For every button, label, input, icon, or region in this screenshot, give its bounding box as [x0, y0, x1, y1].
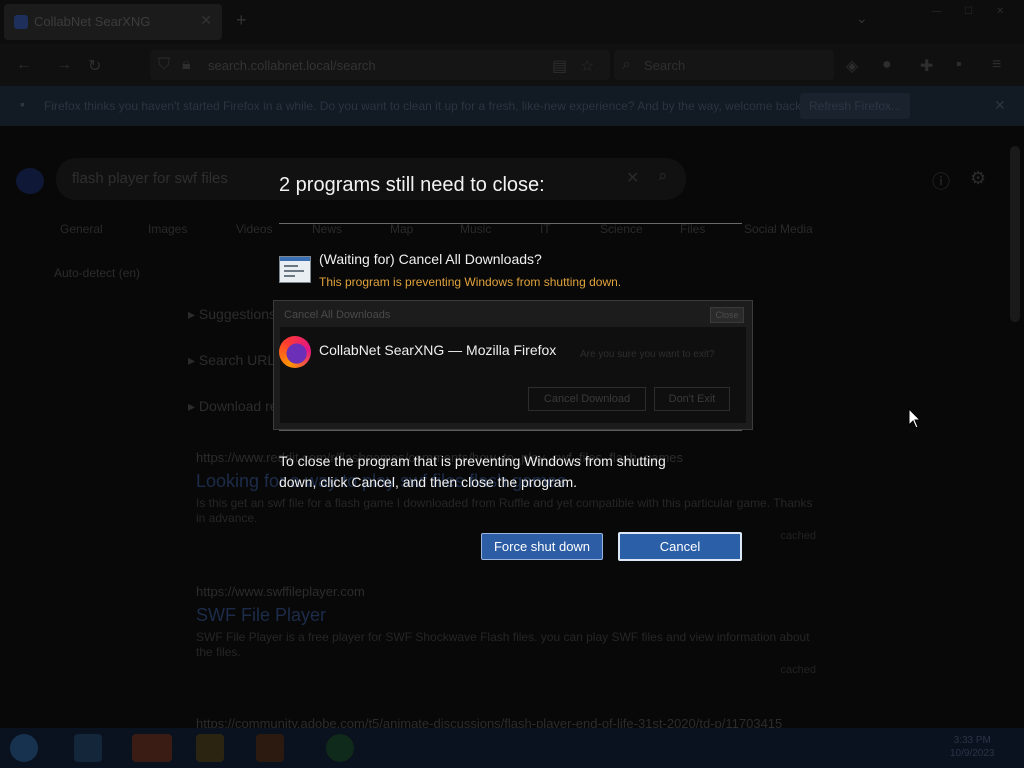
program-window-preview: Cancel All Downloads Close Are you sure …: [273, 300, 753, 430]
preview-cancel-download-button: Cancel Download: [528, 387, 646, 411]
shutdown-blocking-screen: 2 programs still need to close: (Waiting…: [0, 0, 1024, 768]
shutdown-instructions: To close the program that is preventing …: [279, 453, 666, 490]
preview-dont-exit-button: Don't Exit: [654, 387, 730, 411]
divider: [279, 223, 742, 224]
divider: [279, 430, 742, 431]
cancel-button[interactable]: Cancel: [618, 532, 742, 561]
shutdown-heading: 2 programs still need to close:: [279, 174, 545, 196]
force-shut-down-button[interactable]: Force shut down: [481, 533, 603, 560]
second-program-name: CollabNet SearXNG — Mozilla Firefox: [319, 342, 557, 358]
firefox-icon: [279, 336, 311, 368]
preview-title: Cancel All Downloads: [284, 309, 391, 321]
blocking-program-name: (Waiting for) Cancel All Downloads?: [319, 251, 542, 267]
preview-close-button: Close: [710, 307, 744, 323]
app-window-icon: [279, 256, 311, 283]
blocking-program-status: This program is preventing Windows from …: [319, 275, 622, 289]
preview-question: Are you sure you want to exit?: [580, 349, 715, 360]
